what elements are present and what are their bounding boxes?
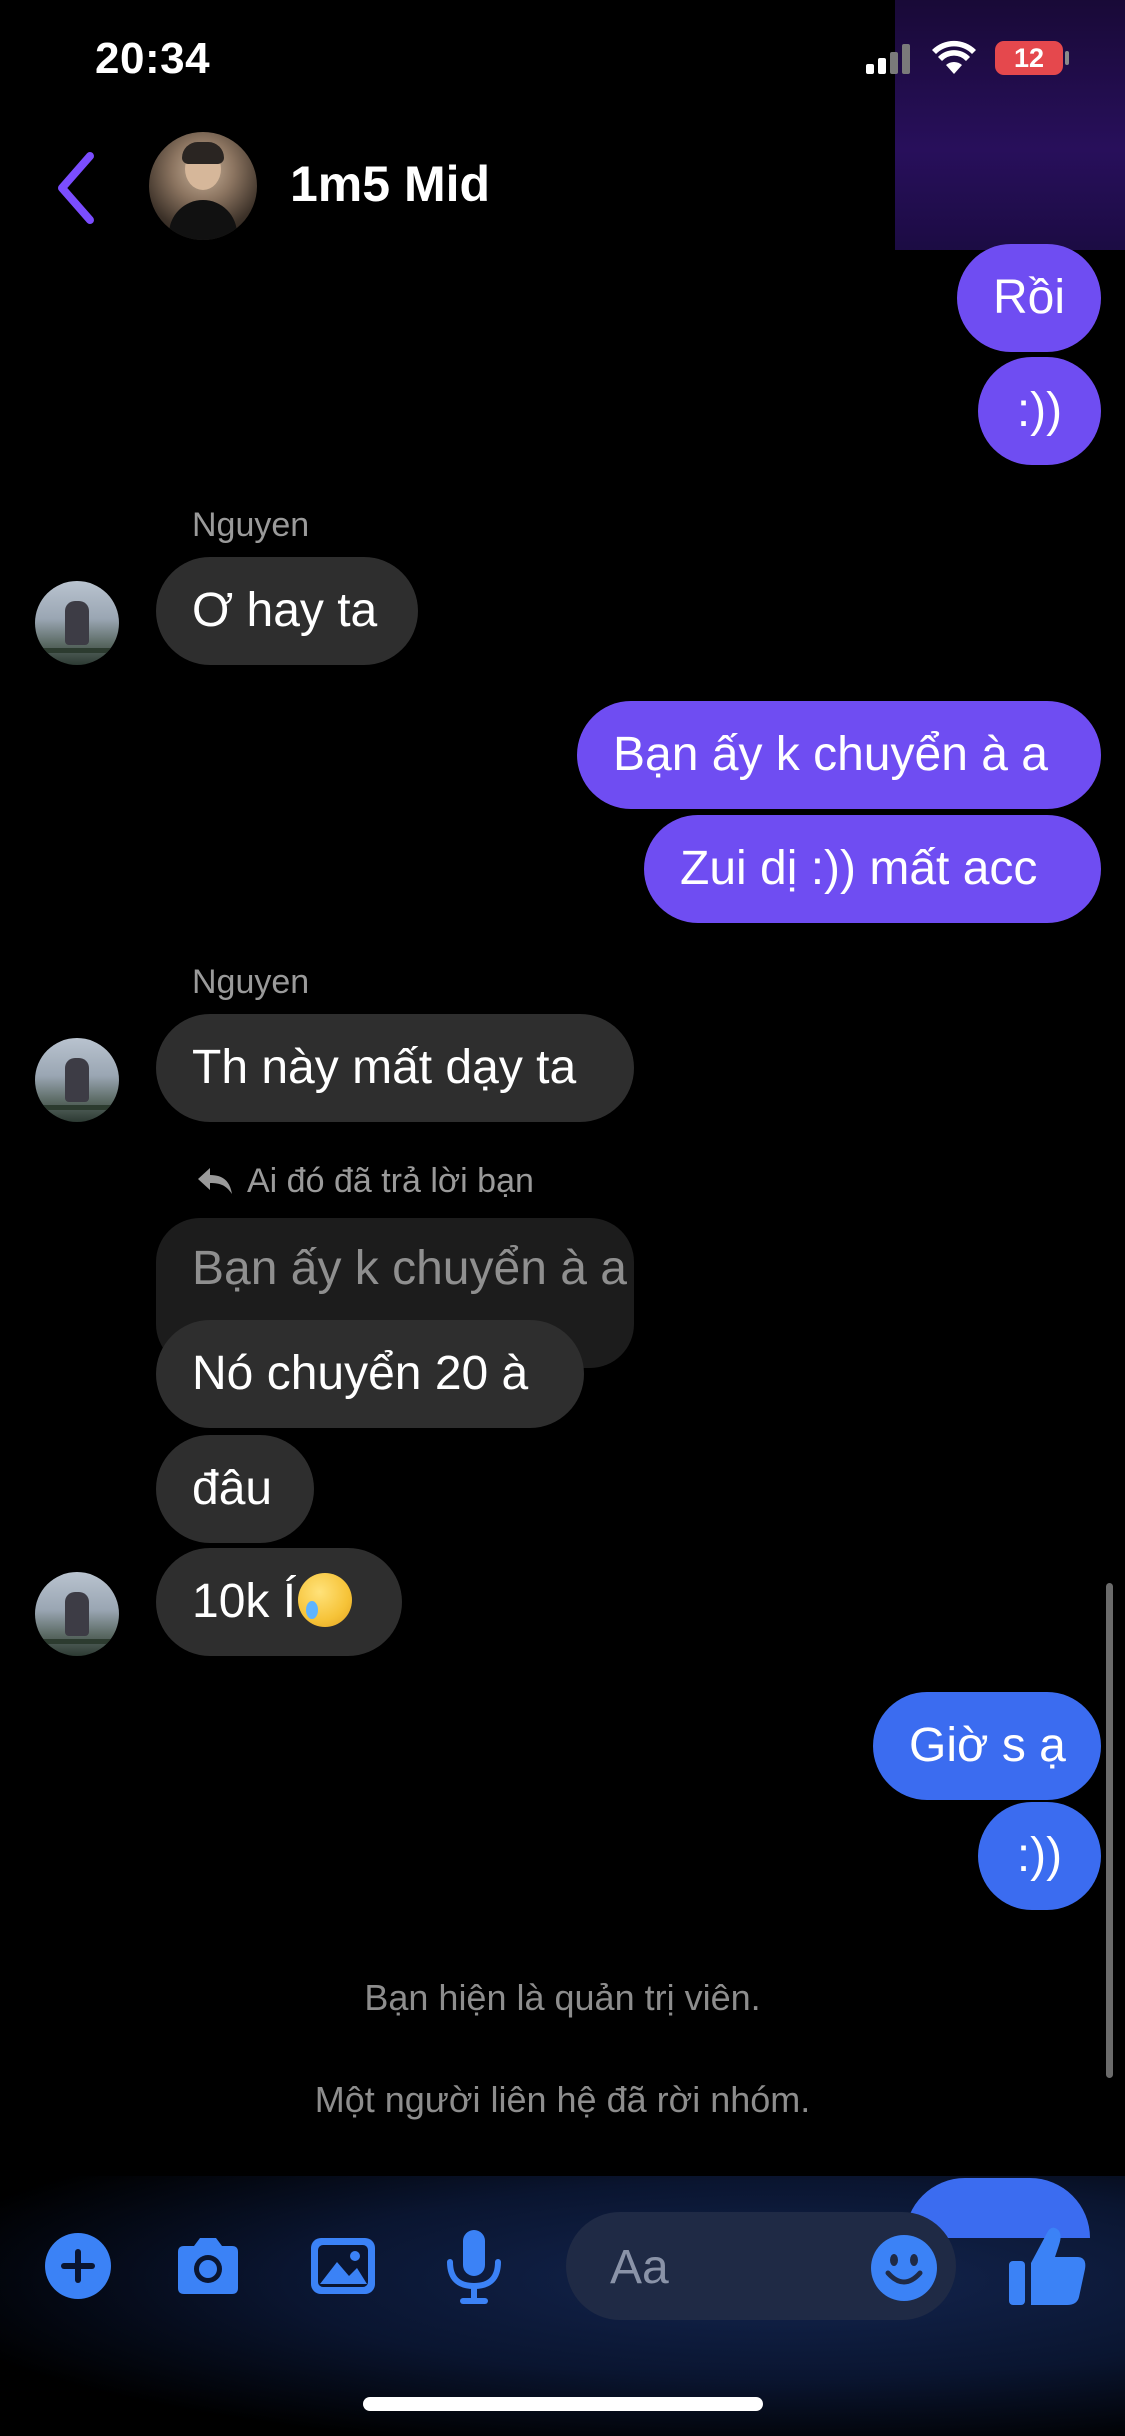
group-avatar[interactable] [149, 132, 257, 240]
sender-avatar[interactable] [35, 1572, 119, 1656]
wifi-icon [932, 40, 976, 74]
status-time: 20:34 [95, 34, 211, 83]
battery-cap [1065, 51, 1069, 65]
sender-avatar[interactable] [35, 1038, 119, 1122]
system-notice: Một người liên hệ đã rời nhóm. [314, 2079, 811, 2120]
camera-icon[interactable] [170, 2224, 246, 2308]
message-bubble-incoming[interactable]: 10k Í [156, 1548, 402, 1656]
reply-arrow-icon [198, 1168, 232, 1194]
cellular-signal-icon [866, 44, 916, 74]
message-bubble-outgoing[interactable]: Giờ s ạ [873, 1692, 1101, 1800]
message-bubble-incoming[interactable]: Ơ hay ta [156, 557, 418, 665]
message-bubble-outgoing[interactable]: Rồi [957, 244, 1101, 352]
message-bubble-outgoing[interactable]: :)) [978, 1802, 1101, 1910]
message-bubble-incoming[interactable]: Nó chuyển 20 à [156, 1320, 584, 1428]
scrollbar[interactable] [1106, 1583, 1113, 2078]
sender-avatar[interactable] [35, 581, 119, 665]
sender-name: Nguyen [192, 963, 310, 1001]
thumbs-up-icon[interactable] [1007, 2223, 1087, 2309]
microphone-icon[interactable] [436, 2224, 512, 2308]
system-notice: Bạn hiện là quản trị viên. [364, 1977, 761, 2018]
message-bubble-incoming[interactable]: đâu [156, 1435, 314, 1543]
message-bubble-incoming[interactable]: Th này mất dạy ta [156, 1014, 634, 1122]
battery-level: 12 [1013, 43, 1045, 73]
message-input-placeholder: Aa [610, 2241, 669, 2294]
header-gradient [895, 0, 1125, 250]
sender-name: Nguyen [192, 506, 310, 544]
battery-icon: 12 [995, 41, 1063, 75]
back-chevron-icon[interactable] [52, 148, 102, 228]
reply-notice: Ai đó đã trả lời bạn [247, 1162, 534, 1200]
message-bubble-outgoing[interactable]: Zui dị :)) mất acc [644, 815, 1101, 923]
crying-smile-emoji-icon [298, 1573, 353, 1628]
message-bubble-outgoing[interactable]: :)) [978, 357, 1101, 465]
emoji-picker-icon[interactable] [869, 2233, 939, 2303]
message-bubble-outgoing[interactable]: Bạn ấy k chuyển à a [577, 701, 1101, 809]
conversation-title[interactable]: 1m5 Mid [290, 155, 490, 213]
gallery-icon[interactable] [305, 2224, 381, 2308]
plus-circle-icon[interactable] [40, 2224, 116, 2308]
message-text: 10k Í [192, 1575, 297, 1628]
home-indicator [363, 2397, 763, 2411]
